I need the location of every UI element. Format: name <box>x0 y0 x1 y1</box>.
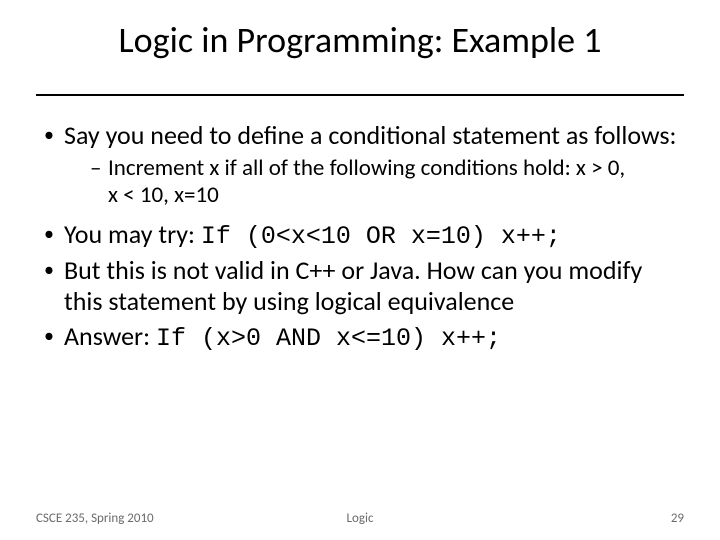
bullet-item: • Say you need to define a conditional s… <box>42 120 684 151</box>
bullet-text: You may try: If (0<x<10 OR x=10) x++; <box>64 219 684 252</box>
bullet-dot: • <box>42 120 64 150</box>
footer-center: Logic <box>347 511 374 526</box>
bullet-dot: • <box>42 321 64 351</box>
slide: Logic in Programming: Example 1 • Say yo… <box>0 0 720 540</box>
bullet-dot: • <box>42 219 64 249</box>
bullet-prefix: Answer: <box>64 320 156 352</box>
subbullet-text: Increment x if all of the following cond… <box>108 155 684 209</box>
page-number: 29 <box>671 511 684 526</box>
bullet-item: • You may try: If (0<x<10 OR x=10) x++; <box>42 219 684 252</box>
code-snippet: If (x>0 AND x<=10) x++; <box>156 324 501 353</box>
content-area: • Say you need to define a conditional s… <box>36 120 684 353</box>
bullet-text: Answer: If (x>0 AND x<=10) x++; <box>64 321 684 354</box>
footer-left: CSCE 235, Spring 2010 <box>36 511 154 526</box>
bullet-dot: • <box>42 255 64 285</box>
bullet-item: • Answer: If (x>0 AND x<=10) x++; <box>42 321 684 354</box>
subbullet-dash: – <box>90 155 108 182</box>
bullet-text: Say you need to define a conditional sta… <box>64 120 684 151</box>
bullet-item: • But this is not valid in C++ or Java. … <box>42 255 684 316</box>
slide-title: Logic in Programming: Example 1 <box>36 18 684 70</box>
subbullet-item: – Increment x if all of the following co… <box>90 155 684 209</box>
title-underline <box>36 94 684 96</box>
code-snippet: If (0<x<10 OR x=10) x++; <box>201 222 561 251</box>
bullet-prefix: You may try: <box>64 218 201 250</box>
bullet-text: But this is not valid in C++ or Java. Ho… <box>64 255 684 316</box>
footer: CSCE 235, Spring 2010 Logic 29 <box>0 511 720 526</box>
